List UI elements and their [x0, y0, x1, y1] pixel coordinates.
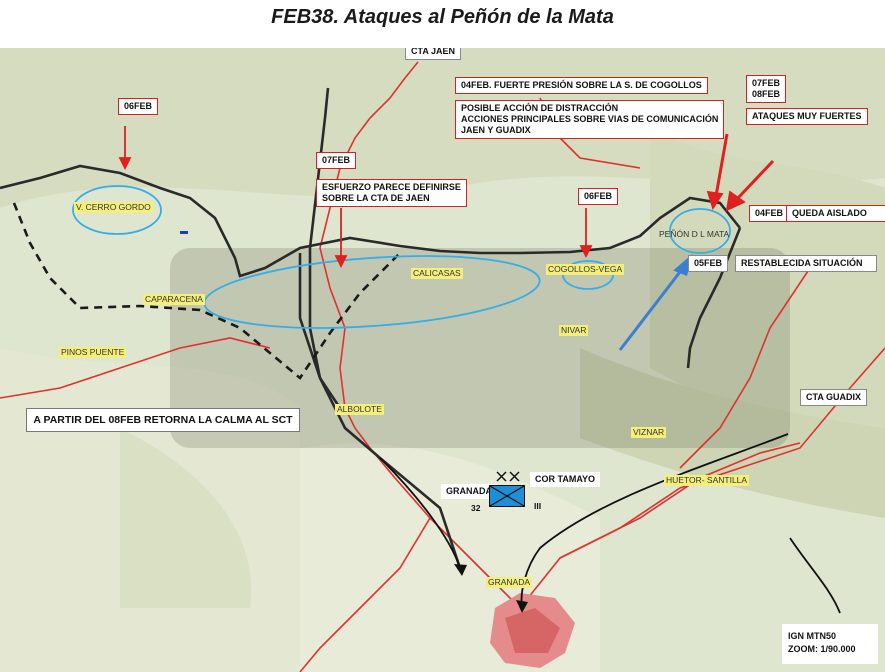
annotation-queda-aislado: QUEDA AISLADO — [786, 205, 885, 222]
annotation-04feb-presion: 04FEB. FUERTE PRESIÓN SOBRE LA S. DE COG… — [455, 77, 708, 94]
place-cogollos-vega: COGOLLOS-VEGA — [546, 264, 625, 275]
annotation-04feb-aislado: 04FEB — [749, 205, 790, 222]
place-granada-city: GRANADA — [486, 577, 533, 588]
annotation-06feb-west: 06FEB — [118, 98, 159, 115]
operations-map: CTA JAEN 06FEB 07FEB ESFUERZO PARECE DEF… — [0, 48, 885, 672]
annotation-05feb: 05FEB — [688, 255, 729, 272]
annotation-06feb-center: 06FEB — [578, 188, 619, 205]
annotation-07feb: 07FEB — [316, 152, 357, 169]
cor-tamayo-label: COR TAMAYO — [530, 472, 601, 487]
calm-note: A PARTIR DEL 08FEB RETORNA LA CALMA AL S… — [26, 408, 300, 432]
scale-zoom: ZOOM: 1/90.000 — [788, 644, 856, 654]
map-canvas — [0, 48, 885, 672]
cta-jaen-label: CTA JAEN — [405, 48, 462, 60]
cta-guadix-label: CTA GUADIX — [800, 389, 867, 406]
position-marker — [180, 231, 188, 234]
unit-cross-icon — [490, 486, 524, 506]
place-viznar: VIZNAR — [631, 427, 667, 438]
place-albolote: ALBOLOTE — [335, 404, 384, 415]
scale-source: IGN MTN50 — [788, 631, 837, 641]
annotation-ataques-fuertes: ATAQUES MUY FUERTES — [746, 108, 868, 125]
annotation-esfuerzo: ESFUERZO PARECE DEFINIRSE SOBRE LA CTA D… — [316, 179, 467, 207]
annotation-07-08feb: 07FEB 08FEB — [746, 75, 787, 103]
place-caparacena: CAPARACENA — [143, 294, 205, 305]
place-penon-mata: PEÑÓN D L MATA — [659, 229, 730, 239]
unit-symbol — [489, 485, 525, 507]
map-title: FEB38. Ataques al Peñón de la Mata — [271, 6, 614, 28]
scale-box: IGN MTN50 ZOOM: 1/90.000 — [782, 624, 878, 664]
annotation-posible-accion: POSIBLE ACCIÓN DE DISTRACCIÓN ACCIONES P… — [455, 100, 725, 139]
annotation-restablecida: RESTABLECIDA SITUACIÓN — [735, 255, 877, 272]
place-pinos-puente: PINOS PUENTE — [59, 347, 127, 358]
unit-number: 32 — [471, 503, 481, 513]
unit-size: III — [534, 501, 542, 511]
place-huetor-santilla: HUETOR- SANTILLA — [664, 475, 750, 486]
place-nivar: NIVAR — [559, 325, 589, 336]
place-cerro-gordo: V. CERRO GORDO — [74, 202, 153, 213]
place-calicasas: CALICASAS — [411, 268, 463, 279]
